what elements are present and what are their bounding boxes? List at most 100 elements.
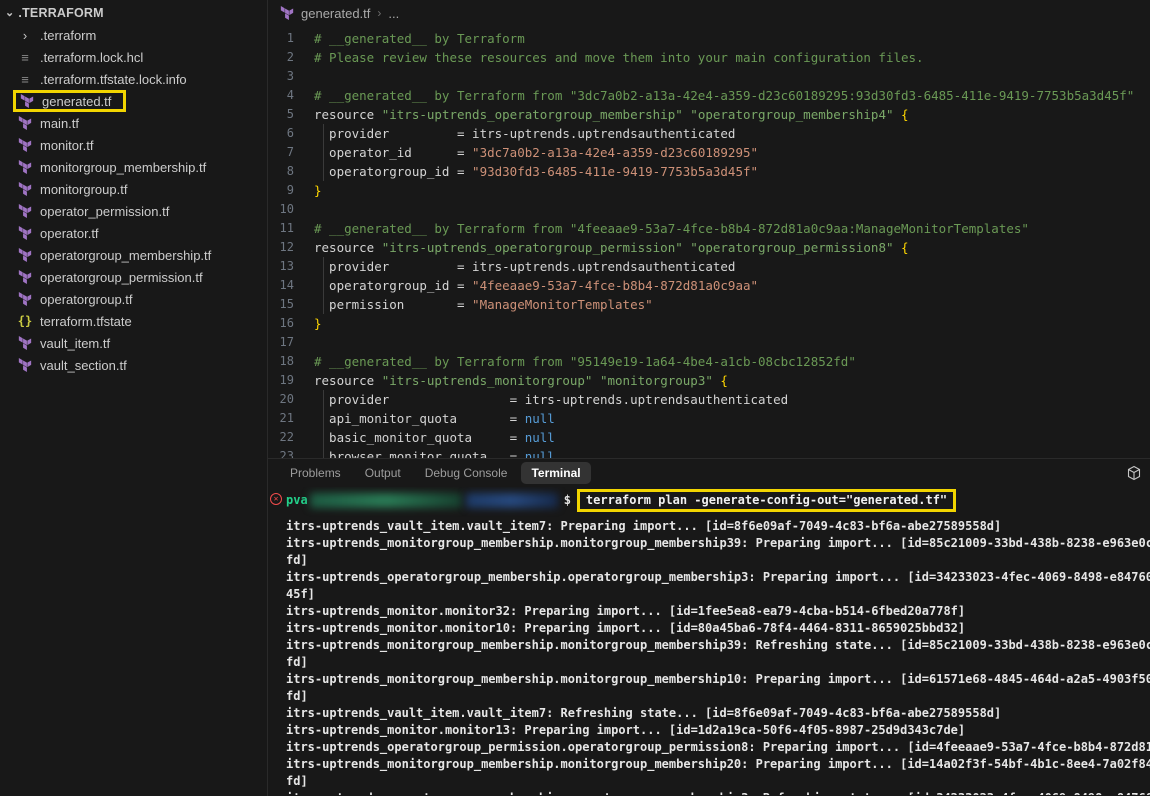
terminal-line: fd]: [286, 773, 1150, 790]
file-item-label: operator_permission.tf: [40, 204, 169, 219]
file-item-label: operatorgroup_membership.tf: [40, 248, 211, 263]
line-number: 8: [268, 162, 314, 181]
terminal[interactable]: ✕ pva $ terraform plan -generate-config-…: [268, 487, 1150, 795]
indent-guide: [323, 143, 324, 162]
terminal-line: fd]: [286, 654, 1150, 671]
file-item-label: operator.tf: [40, 226, 99, 241]
file-item[interactable]: operatorgroup_membership.tf: [0, 244, 267, 266]
line-number: 9: [268, 181, 314, 200]
terraform-icon: [17, 159, 33, 175]
indent-guide: [323, 257, 324, 276]
chevron-down-icon: ⌄: [5, 6, 14, 19]
line-number: 1: [268, 29, 314, 48]
terraform-icon: [17, 115, 33, 131]
prompt-user: pva: [286, 492, 308, 509]
indent-guide: [323, 295, 324, 314]
editor-area: generated.tf › ... 1# __generated__ by T…: [268, 0, 1150, 458]
code-line: 2# Please review these resources and mov…: [268, 48, 1150, 67]
line-number: 21: [268, 409, 314, 428]
code-line: 11# __generated__ by Terraform from "4fe…: [268, 219, 1150, 238]
terminal-line: itrs-uptrends_monitor.monitor10: Prepari…: [286, 620, 1150, 637]
code-line: 12resource "itrs-uptrends_operatorgroup_…: [268, 238, 1150, 257]
file-item[interactable]: ›.terraform: [0, 24, 267, 46]
file-item[interactable]: operator_permission.tf: [0, 200, 267, 222]
breadcrumb-separator: ›: [377, 6, 381, 20]
line-number: 13: [268, 257, 314, 276]
annotation-box: generated.tf: [13, 90, 126, 112]
file-item[interactable]: monitor.tf: [0, 134, 267, 156]
line-number: 20: [268, 390, 314, 409]
file-item[interactable]: main.tf: [0, 112, 267, 134]
panel-tab-debug-console[interactable]: Debug Console: [415, 462, 518, 484]
code-line: 8 operatorgroup_id = "93d30fd3-6485-411e…: [268, 162, 1150, 181]
indent-guide: [323, 428, 324, 447]
code-line: 7 operator_id = "3dc7a0b2-a13a-42e4-a359…: [268, 143, 1150, 162]
terraform-icon: [17, 247, 33, 263]
terminal-line: fd]: [286, 552, 1150, 569]
list-file-icon: ≡: [17, 71, 33, 87]
line-number: 10: [268, 200, 314, 219]
code-line: 22 basic_monitor_quota = null: [268, 428, 1150, 447]
terminal-line: itrs-uptrends_operatorgroup_membership.o…: [286, 790, 1150, 795]
terraform-icon: [17, 181, 33, 197]
file-item[interactable]: ≡.terraform.lock.hcl: [0, 46, 267, 68]
file-item[interactable]: monitorgroup.tf: [0, 178, 267, 200]
panel-tab-problems[interactable]: Problems: [280, 462, 351, 484]
indent-guide: [323, 390, 324, 409]
line-number: 18: [268, 352, 314, 371]
code-line: 4# __generated__ by Terraform from "3dc7…: [268, 86, 1150, 105]
file-item[interactable]: operator.tf: [0, 222, 267, 244]
file-item[interactable]: generated.tf: [0, 90, 267, 112]
line-number: 15: [268, 295, 314, 314]
code-line: 18# __generated__ by Terraform from "951…: [268, 352, 1150, 371]
terminal-line: itrs-uptrends_vault_item.vault_item7: Re…: [286, 705, 1150, 722]
file-item-label: .terraform: [40, 28, 96, 43]
file-item[interactable]: vault_item.tf: [0, 332, 267, 354]
code-line: 21 api_monitor_quota = null: [268, 409, 1150, 428]
terminal-line: fd]: [286, 688, 1150, 705]
indent-guide: [323, 124, 324, 143]
terraform-icon: [17, 357, 33, 373]
package-cube-icon[interactable]: [1126, 465, 1142, 481]
redacted-path: [466, 493, 558, 508]
terminal-line: itrs-uptrends_monitor.monitor32: Prepari…: [286, 603, 1150, 620]
line-number: 19: [268, 371, 314, 390]
line-number: 6: [268, 124, 314, 143]
file-item-label: vault_item.tf: [40, 336, 110, 351]
breadcrumb[interactable]: generated.tf › ...: [268, 0, 1150, 26]
panel-actions: [1126, 465, 1142, 481]
vscode-window: ⌄ .TERRAFORM ›.terraform≡.terraform.lock…: [0, 0, 1150, 796]
file-item-label: operatorgroup.tf: [40, 292, 133, 307]
file-item[interactable]: vault_section.tf: [0, 354, 267, 376]
terminal-line: itrs-uptrends_vault_item.vault_item7: Pr…: [286, 518, 1150, 535]
code-line: 5resource "itrs-uptrends_operatorgroup_m…: [268, 105, 1150, 124]
folder-root[interactable]: ⌄ .TERRAFORM: [0, 2, 267, 24]
file-item[interactable]: {}terraform.tfstate: [0, 310, 267, 332]
file-item-label: operatorgroup_permission.tf: [40, 270, 203, 285]
folder-root-label: .TERRAFORM: [18, 6, 103, 20]
file-item[interactable]: ≡ .terraform.tfstate.lock.info: [0, 68, 267, 90]
code-line: 15 permission = "ManageMonitorTemplates": [268, 295, 1150, 314]
breadcrumb-file[interactable]: generated.tf: [301, 6, 370, 21]
terraform-icon: [17, 137, 33, 153]
panel-tab-output[interactable]: Output: [355, 462, 411, 484]
code-line: 19resource "itrs-uptrends_monitorgroup" …: [268, 371, 1150, 390]
breadcrumb-more[interactable]: ...: [388, 6, 399, 21]
terraform-icon: [17, 269, 33, 285]
json-braces-icon: {}: [17, 313, 33, 329]
panel-tab-terminal[interactable]: Terminal: [521, 462, 590, 484]
file-item[interactable]: operatorgroup.tf: [0, 288, 267, 310]
bottom-panel: ProblemsOutputDebug ConsoleTerminal ✕ pv…: [268, 458, 1150, 796]
file-item[interactable]: operatorgroup_permission.tf: [0, 266, 267, 288]
list-file-icon: ≡: [17, 49, 33, 65]
file-item[interactable]: monitorgroup_membership.tf: [0, 156, 267, 178]
code-editor[interactable]: 1# __generated__ by Terraform2# Please r…: [268, 26, 1150, 458]
file-item-label: .terraform.tfstate.lock.info: [40, 72, 187, 87]
line-number: 22: [268, 428, 314, 447]
terminal-output: itrs-uptrends_vault_item.vault_item7: Pr…: [286, 518, 1150, 795]
line-number: 5: [268, 105, 314, 124]
terraform-icon: [17, 225, 33, 241]
terminal-line: itrs-uptrends_monitorgroup_membership.mo…: [286, 756, 1150, 773]
terraform-icon: [280, 6, 295, 21]
command-failed-icon: ✕: [270, 493, 282, 505]
